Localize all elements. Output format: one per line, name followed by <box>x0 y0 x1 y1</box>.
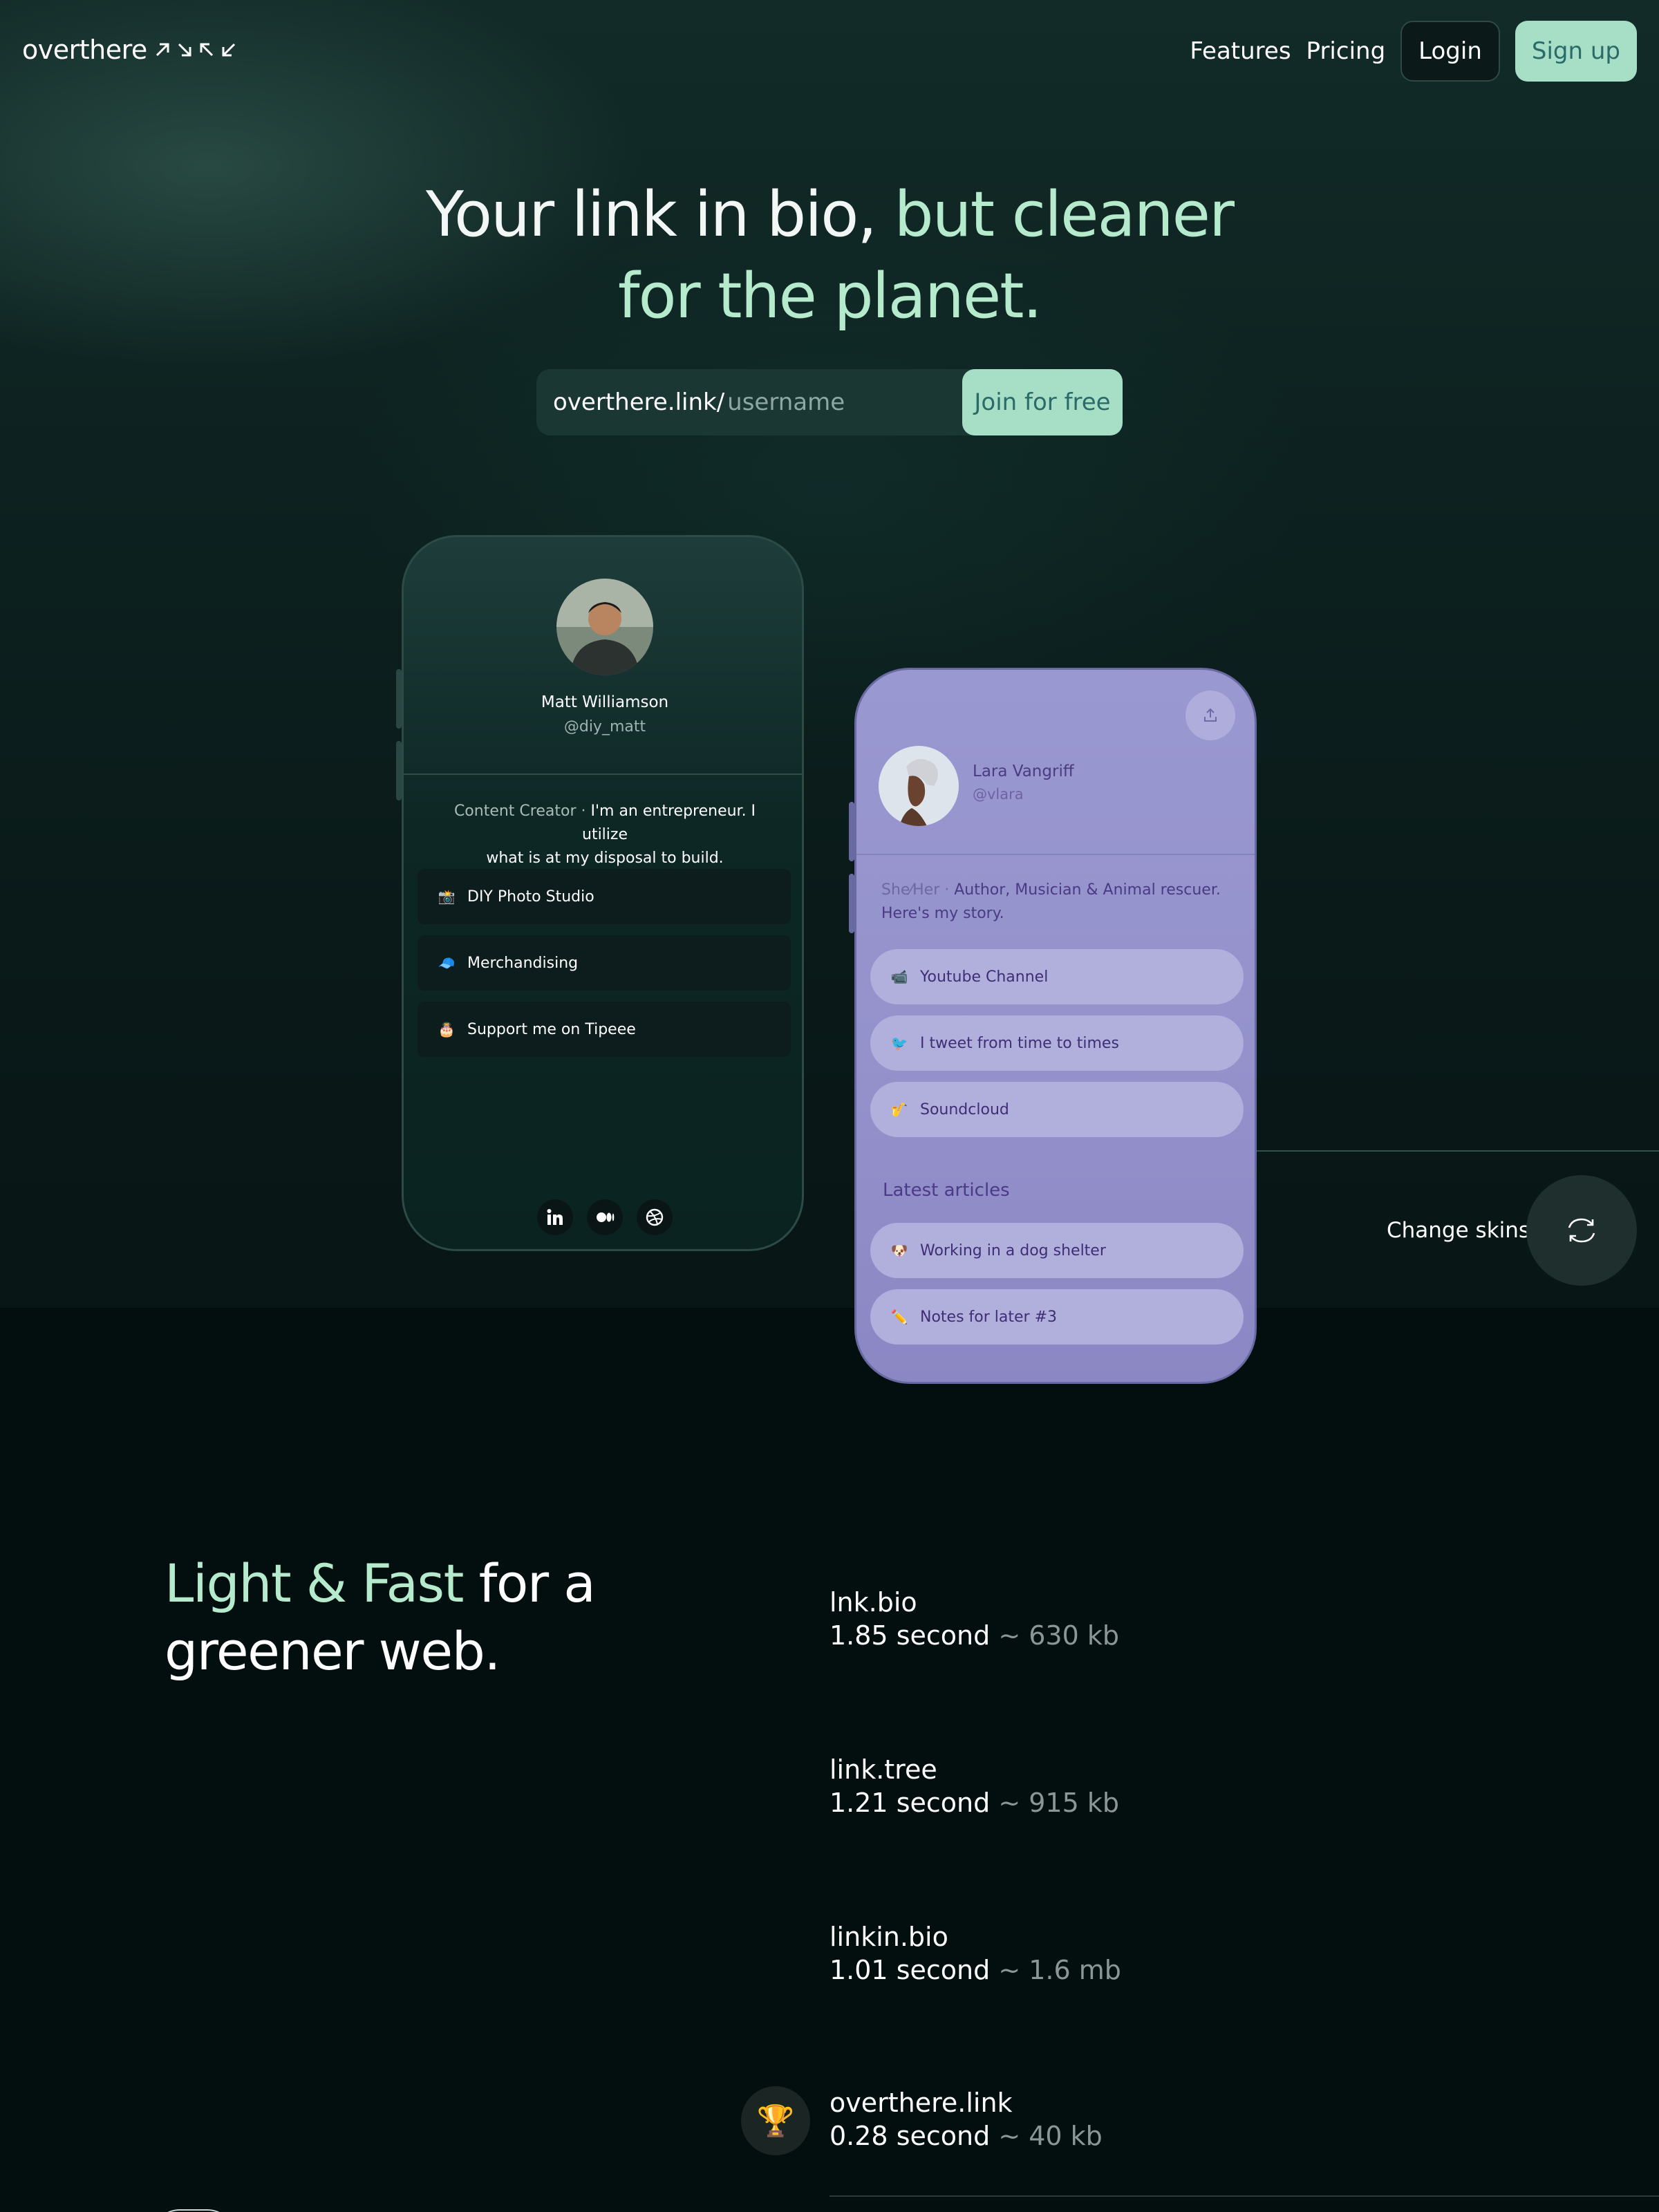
refresh-icon <box>1568 1218 1595 1243</box>
signup-button[interactable]: Sign up <box>1515 21 1637 82</box>
share-button[interactable] <box>1185 691 1235 740</box>
social-links <box>404 1199 802 1235</box>
linkedin-icon[interactable] <box>537 1199 573 1235</box>
headline-accent2: for the planet. <box>617 260 1042 332</box>
phone-side-button <box>849 802 854 861</box>
profile-name: Matt Williamson <box>541 693 669 711</box>
benchmark-size: ~ 40 kb <box>998 2121 1103 2151</box>
nav-pricing[interactable]: Pricing <box>1306 37 1386 65</box>
dog-icon: 🐶 <box>890 1242 908 1259</box>
divider <box>404 774 802 775</box>
benchmark-name: linkin.bio <box>830 1922 948 1952</box>
share-icon <box>1204 708 1217 722</box>
bio-line1: I'm an entrepreneur. I utilize <box>582 803 756 843</box>
avatar <box>556 579 653 675</box>
benchmark-item: link.tree 1.21 second ~ 915 kb <box>830 1753 1452 1819</box>
benchmark-time: 0.28 second <box>830 2121 991 2151</box>
bio-line2: Here's my story. <box>881 905 1004 922</box>
camera-icon: 📸 <box>438 888 456 905</box>
benchmark-size: ~ 915 kb <box>998 1788 1119 1818</box>
article-dog-shelter[interactable]: 🐶 Working in a dog shelter <box>870 1223 1244 1278</box>
phone-side-button <box>396 669 402 729</box>
benchmark-divider <box>830 2195 1659 2197</box>
profile-name: Lara Vangriff <box>973 762 1074 780</box>
top-nav: Features Pricing Login Sign up <box>1190 21 1637 82</box>
latest-articles-title: Latest articles <box>883 1180 1010 1201</box>
dribbble-icon[interactable] <box>637 1199 673 1235</box>
gift-icon: 🎂 <box>438 1021 456 1038</box>
saxophone-icon: 🎷 <box>890 1101 908 1118</box>
benchmark-time: 1.85 second <box>830 1620 991 1651</box>
headline-part1: Your link in bio, <box>425 178 877 251</box>
benchmark-size: ~ 630 kb <box>998 1620 1119 1651</box>
url-prefix: overthere.link/ <box>553 388 725 416</box>
title-accent: Light & Fast <box>165 1553 464 1614</box>
login-button[interactable]: Login <box>1400 21 1500 82</box>
benchmark-item: linkin.bio 1.01 second ~ 1.6 mb <box>830 1920 1452 1987</box>
nav-features[interactable]: Features <box>1190 37 1291 65</box>
bio-line2: what is at my disposal to build. <box>486 850 724 867</box>
link-label: Support me on Tipeee <box>467 1020 636 1038</box>
benchmark-name: lnk.bio <box>830 1587 917 1618</box>
link-button-twitter[interactable]: 🐦 I tweet from time to times <box>870 1015 1244 1071</box>
benchmark-stat: 1.85 second ~ 630 kb <box>830 1619 1452 1652</box>
article-label: Notes for later #3 <box>920 1308 1057 1326</box>
join-button[interactable]: Join for free <box>962 369 1123 435</box>
logo[interactable]: overthere <box>22 35 238 65</box>
trophy-icon: 🏆 <box>741 2086 810 2155</box>
benchmark-name: overthere.link <box>830 2088 1013 2118</box>
skins-divider <box>1257 1150 1659 1152</box>
link-button-photo-studio[interactable]: 📸 DIY Photo Studio <box>418 869 791 924</box>
profile-handle: @vlara <box>973 786 1024 803</box>
benchmark-name: link.tree <box>830 1754 937 1785</box>
phone-side-button <box>396 741 402 800</box>
phone-preview-right: Lara Vangriff @vlara She⁄Her · Author, M… <box>854 668 1257 1384</box>
bio-line1: Author, Musician & Animal rescuer. <box>954 881 1221 899</box>
benchmark-stat: 1.01 second ~ 1.6 mb <box>830 1953 1452 1987</box>
pencil-icon: ✏️ <box>890 1309 908 1325</box>
phone-preview-left: Matt Williamson @diy_matt Content Creato… <box>402 535 804 1251</box>
headline-accent1: but cleaner <box>894 178 1235 251</box>
benchmark-size: ~ 1.6 mb <box>998 1955 1121 1985</box>
benchmark-time: 1.01 second <box>830 1955 991 1985</box>
avatar <box>879 746 959 826</box>
title-rest2: greener web. <box>165 1620 500 1682</box>
link-button-merchandising[interactable]: 🧢 Merchandising <box>418 935 791 991</box>
divider <box>856 854 1255 855</box>
bio-pronouns: She⁄Her · <box>881 881 950 899</box>
link-label: DIY Photo Studio <box>467 888 594 906</box>
link-button-soundcloud[interactable]: 🎷 Soundcloud <box>870 1082 1244 1137</box>
bio-role: Content Creator · <box>453 803 586 820</box>
article-notes[interactable]: ✏️ Notes for later #3 <box>870 1289 1244 1344</box>
profile-bio: Content Creator · I'm an entrepreneur. I… <box>431 800 778 870</box>
profile-bio: She⁄Her · Author, Musician & Animal resc… <box>881 879 1234 926</box>
logo-text: overthere <box>22 35 147 65</box>
article-label: Working in a dog shelter <box>920 1241 1106 1259</box>
link-label: I tweet from time to times <box>920 1034 1119 1052</box>
profile-handle: @diy_matt <box>563 718 646 735</box>
title-rest1: for a <box>478 1553 596 1614</box>
hero-headline: Your link in bio, but cleaner for the pl… <box>0 174 1659 337</box>
benchmark-time: 1.21 second <box>830 1788 991 1818</box>
benchmark-stat: 1.21 second ~ 915 kb <box>830 1786 1452 1819</box>
benchmark-stat: 0.28 second ~ 40 kb <box>830 2119 1452 2153</box>
light-fast-title: Light & Fast for a greener web. <box>165 1550 648 1685</box>
link-label: Youtube Channel <box>920 968 1049 986</box>
username-signup-bar: overthere.link/ Join for free <box>536 369 1123 435</box>
logo-arrows-icon <box>153 40 238 59</box>
phone-side-button <box>849 874 854 933</box>
link-button-youtube[interactable]: 📹 Youtube Channel <box>870 949 1244 1004</box>
username-input[interactable] <box>727 388 977 416</box>
video-icon: 📹 <box>890 968 908 985</box>
change-skins-label: Change skins <box>1387 1218 1530 1243</box>
bird-icon: 🐦 <box>890 1035 908 1051</box>
link-button-tipeee[interactable]: 🎂 Support me on Tipeee <box>418 1002 791 1057</box>
change-skins-button[interactable] <box>1526 1175 1637 1286</box>
medium-icon[interactable] <box>587 1199 623 1235</box>
cap-icon: 🧢 <box>438 955 456 971</box>
benchmark-item-winner: overthere.link 0.28 second ~ 40 kb <box>830 2086 1452 2153</box>
link-label: Merchandising <box>467 954 579 972</box>
link-label: Soundcloud <box>920 1100 1009 1118</box>
benchmark-item: lnk.bio 1.85 second ~ 630 kb <box>830 1586 1452 1652</box>
